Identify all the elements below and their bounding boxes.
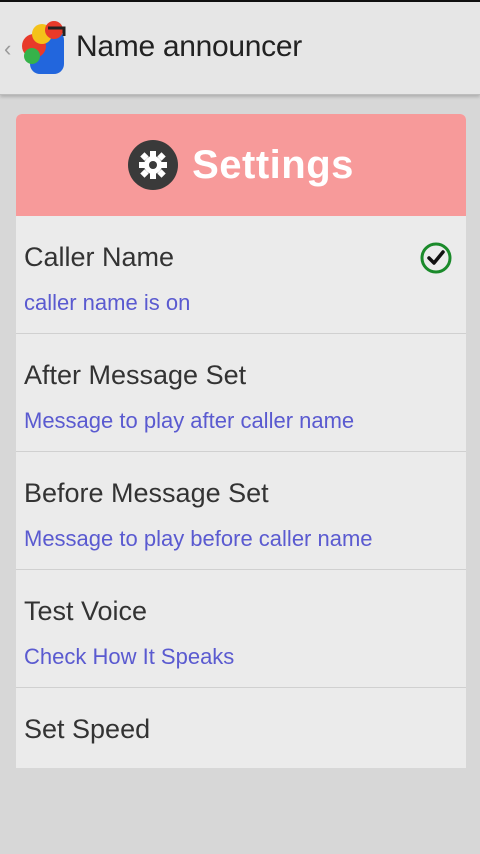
settings-title: Settings xyxy=(192,142,354,187)
setting-test-voice[interactable]: Test Voice Check How It Speaks xyxy=(16,570,466,688)
setting-title: Set Speed xyxy=(24,714,151,744)
setting-subtitle: caller name is on xyxy=(24,290,191,315)
setting-caller-name[interactable]: Caller Name caller name is on xyxy=(16,216,466,334)
settings-header: Settings xyxy=(16,114,466,216)
setting-set-speed[interactable]: Set Speed xyxy=(16,688,466,768)
setting-title: Before Message Set xyxy=(24,478,269,508)
setting-after-message[interactable]: After Message Set Message to play after … xyxy=(16,334,466,452)
setting-subtitle: Check How It Speaks xyxy=(24,644,235,669)
settings-panel: Settings Caller Name caller name is on A… xyxy=(16,114,466,768)
checkbox-checked-icon[interactable] xyxy=(420,242,452,274)
app-title: Name announcer xyxy=(76,30,302,63)
app-logo-icon[interactable] xyxy=(20,16,72,80)
gear-icon xyxy=(128,140,179,190)
action-bar: ‹ Name announcer xyxy=(0,2,480,95)
setting-subtitle: Message to play before caller name xyxy=(24,526,373,551)
setting-title: After Message Set xyxy=(24,360,247,390)
up-navigation-icon[interactable]: ‹ xyxy=(4,38,14,60)
setting-before-message[interactable]: Before Message Set Message to play befor… xyxy=(16,452,466,570)
bottom-empty-area xyxy=(0,768,480,854)
setting-subtitle: Message to play after caller name xyxy=(24,408,355,433)
setting-title: Caller Name xyxy=(24,242,175,272)
setting-title: Test Voice xyxy=(24,596,148,626)
